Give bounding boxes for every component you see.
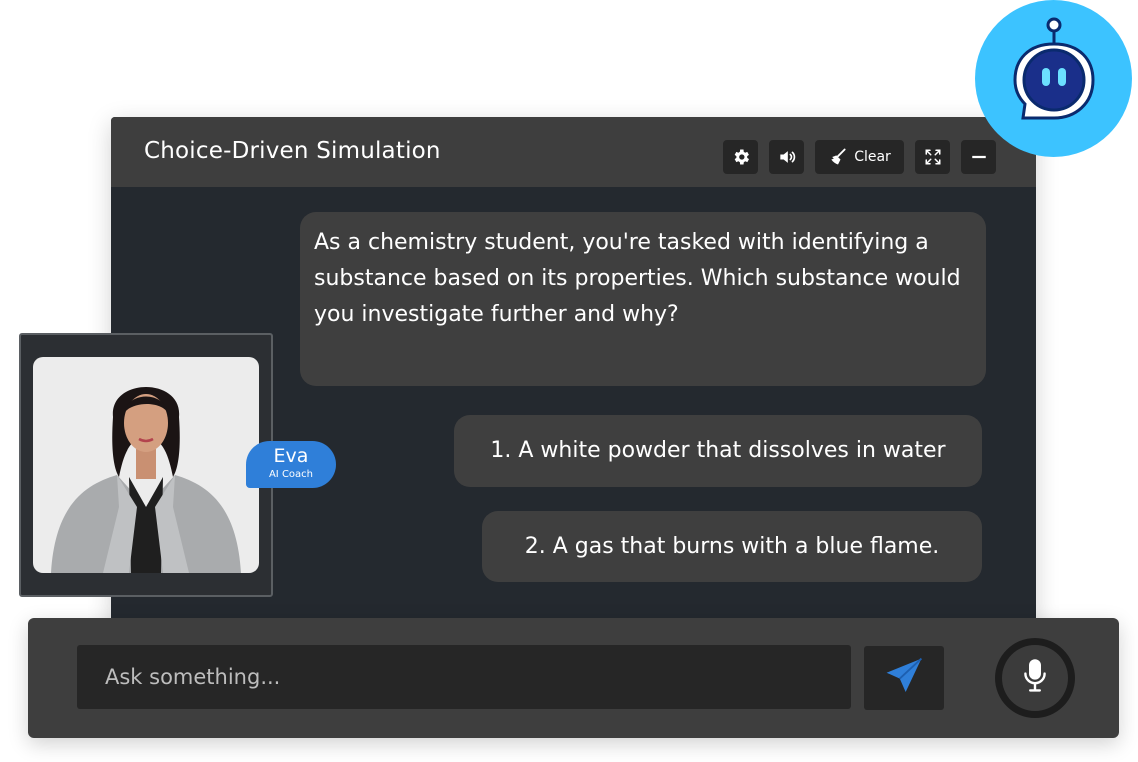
settings-button[interactable]: [723, 140, 758, 174]
speaker-icon: [777, 147, 797, 167]
choice-option-1[interactable]: 1. A white powder that dissolves in wate…: [454, 415, 982, 487]
expand-icon: [924, 148, 942, 166]
clear-button[interactable]: Clear: [815, 140, 904, 174]
gear-icon: [731, 147, 751, 167]
window-title: Choice-Driven Simulation: [144, 138, 441, 164]
coach-avatar-card: [19, 333, 273, 597]
send-icon: [882, 654, 926, 702]
ask-input[interactable]: [77, 645, 851, 709]
question-text: As a chemistry student, you're tasked wi…: [314, 230, 961, 327]
sound-button[interactable]: [769, 140, 804, 174]
clear-label: Clear: [854, 149, 891, 165]
question-bubble: As a chemistry student, you're tasked wi…: [300, 212, 986, 386]
microphone-icon: [1020, 658, 1050, 698]
assistant-bot-button[interactable]: [975, 0, 1132, 157]
microphone-button-inner: [1002, 645, 1068, 711]
input-bar: [28, 618, 1119, 738]
coach-name: Eva: [273, 445, 309, 467]
microphone-button[interactable]: [995, 638, 1075, 718]
title-bar: Choice-Driven Simulation Clear: [111, 117, 1036, 187]
robot-icon: [975, 17, 1132, 161]
coach-name-tag: Eva AI Coach: [246, 441, 336, 488]
fullscreen-button[interactable]: [915, 140, 950, 174]
broom-icon: [828, 147, 848, 167]
choice-option-2[interactable]: 2. A gas that burns with a blue flame.: [482, 511, 982, 582]
coach-photo: [33, 357, 259, 573]
send-button[interactable]: [864, 646, 944, 710]
coach-role: AI Coach: [268, 469, 314, 480]
